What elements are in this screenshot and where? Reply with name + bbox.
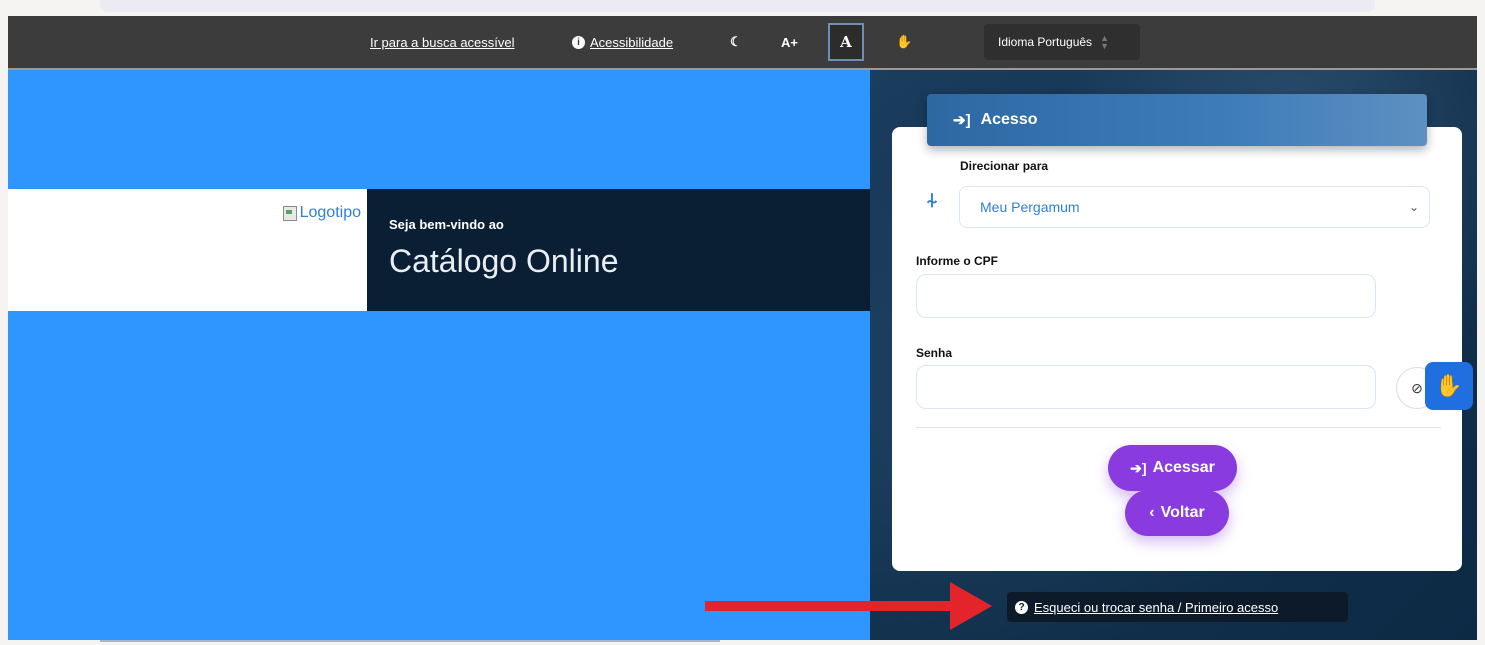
hero-area: Logotipo Seja bem-vindo ao Catálogo Onli… (8, 70, 870, 640)
cpf-label: Informe o CPF (916, 254, 999, 268)
eye-slash-icon: ⊘ (1411, 379, 1423, 396)
cpf-input[interactable] (916, 274, 1376, 318)
browser-strip (0, 0, 1485, 16)
redirect-select-value: Meu Pergamum (980, 199, 1080, 215)
back-button[interactable]: ‹ Voltar (1125, 490, 1229, 536)
language-select[interactable]: Idioma Português ▲ ▼ (984, 24, 1140, 60)
welcome-text: Seja bem-vindo ao (389, 217, 504, 232)
password-input[interactable] (916, 365, 1376, 409)
font-normal-button[interactable]: A (828, 23, 864, 61)
accessibility-link[interactable]: i Acessibilidade (572, 16, 673, 68)
font-normal-label: A (840, 33, 852, 51)
browser-address-bar[interactable] (100, 0, 1375, 12)
vlibras-button[interactable]: ✋ (1425, 362, 1473, 410)
sign-in-icon: ➔] (1130, 459, 1147, 476)
chevron-down-icon: ⌄ (1408, 200, 1419, 214)
annotation-arrow-line (705, 601, 955, 611)
libras-button[interactable]: ✋ (896, 16, 912, 68)
skip-to-search-link[interactable]: Ir para a busca acessível (370, 16, 515, 68)
font-increase-label: A+ (781, 34, 798, 50)
skip-link-label: Ir para a busca acessível (370, 34, 515, 50)
language-label: Idioma Português (998, 35, 1093, 49)
sign-language-icon: ✋ (1435, 373, 1463, 398)
login-submit-button[interactable]: ➔] Acessar (1108, 445, 1237, 491)
sign-in-icon: ➔] (953, 112, 971, 129)
broken-image-icon (282, 205, 297, 221)
dark-mode-button[interactable]: ☾ (730, 16, 742, 68)
select-arrows-icon: ▲ ▼ (1100, 33, 1109, 51)
accessibility-bar: Ir para a busca acessível i Acessibilida… (8, 16, 1477, 70)
info-icon: i (572, 35, 585, 49)
form-divider (916, 427, 1441, 428)
redirect-select[interactable]: Meu Pergamum ⌄ (959, 186, 1430, 228)
accessibility-label: Acessibilidade (590, 34, 674, 50)
signpost-icon: ⍭ (926, 190, 938, 212)
bottom-strip (0, 640, 1485, 645)
moon-icon: ☾ (730, 34, 742, 49)
back-label: Voltar (1160, 504, 1205, 521)
annotation-arrow-head (950, 582, 992, 630)
chevron-left-icon: ‹ (1149, 504, 1155, 521)
forgot-password-label: Esqueci ou trocar senha / Primeiro acess… (1034, 599, 1279, 615)
submit-label: Acessar (1152, 459, 1215, 476)
password-label: Senha (916, 346, 953, 360)
welcome-box: Seja bem-vindo ao Catálogo Online (367, 189, 870, 311)
login-header-label: Acesso (980, 111, 1038, 128)
font-increase-button[interactable]: A+ (781, 16, 798, 68)
catalog-title: Catálogo Online (389, 243, 619, 279)
hand-icon: ✋ (896, 34, 913, 49)
redirect-label: Direcionar para (960, 159, 1049, 173)
logo-box: Logotipo (8, 189, 367, 311)
logo-alt-text: Logotipo (299, 204, 361, 221)
question-icon: ? (1015, 600, 1028, 614)
login-header: ➔] Acesso (927, 94, 1427, 146)
forgot-password-link[interactable]: ? Esqueci ou trocar senha / Primeiro ace… (1007, 592, 1348, 622)
bottom-highlight (100, 640, 720, 642)
login-panel: ➔] Acesso Direcionar para ⍭ Meu Pergamum… (870, 70, 1477, 640)
logo-image: Logotipo (282, 204, 361, 222)
